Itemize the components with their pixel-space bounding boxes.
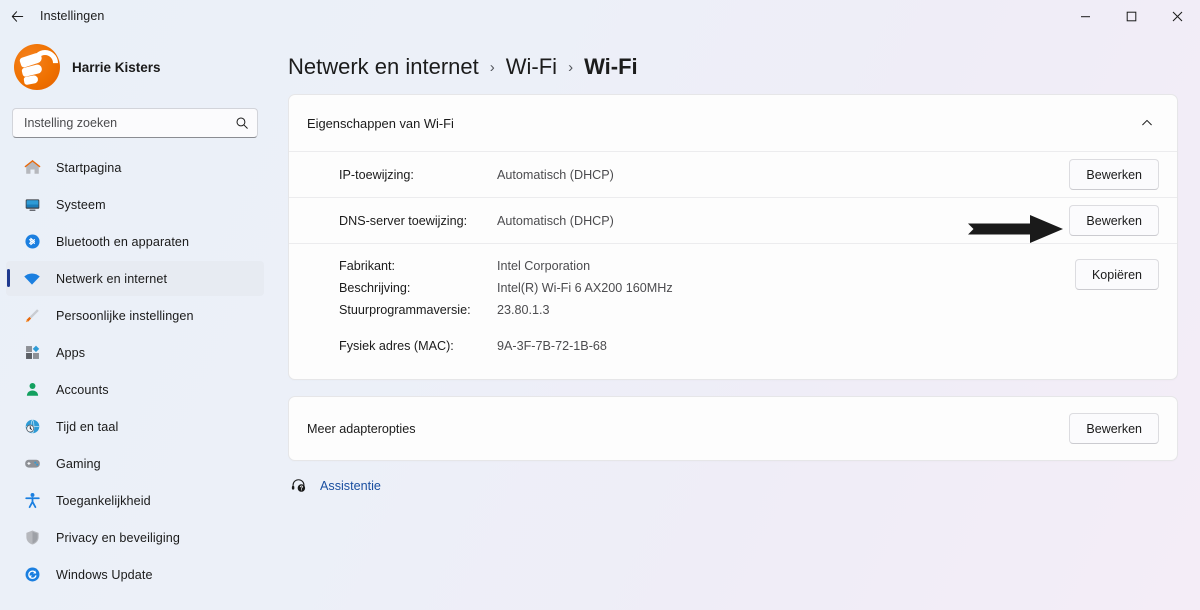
avatar [14,44,60,90]
ip-assignment-row: IP-toewijzing: Automatisch (DHCP) Bewerk… [289,152,1177,198]
close-button[interactable] [1154,0,1200,32]
title-bar: Instellingen [0,0,1200,32]
update-icon [22,565,42,585]
search-icon [235,116,249,130]
back-arrow-icon [11,10,23,22]
sidebar-item-label: Bluetooth en apparaten [56,234,190,249]
paintbrush-icon [22,306,42,326]
wifi-properties-card: Eigenschappen van Wi-Fi IP-toewijzing: A… [288,94,1178,380]
copy-button[interactable]: Kopiëren [1074,259,1159,290]
breadcrumb: Netwerk en internet › Wi-Fi › Wi-Fi [288,48,1178,94]
shield-icon [22,528,42,548]
adapter-key: Beschrijving: [339,281,411,295]
sidebar-item-toegankelijkheid[interactable]: Toegankelijkheid [6,483,264,518]
ip-edit-button[interactable]: Bewerken [1069,159,1159,190]
home-icon [22,158,42,178]
assistance-label: Assistentie [320,478,381,493]
breadcrumb-separator: › [489,59,495,76]
sidebar-item-label: Systeem [56,197,106,212]
dns-assignment-label: DNS-server toewijzing: [339,213,468,228]
close-icon [1172,11,1182,21]
sidebar-item-label: Toegankelijkheid [56,493,151,508]
adapter-value: 23.80.1.3 [497,303,550,317]
adapter-value: Intel(R) Wi-Fi 6 AX200 160MHz [497,281,673,295]
more-adapter-options-card: Meer adapteropties Bewerken [288,396,1178,461]
breadcrumb-level-1[interactable]: Netwerk en internet [288,54,479,80]
minimize-button[interactable] [1062,0,1108,32]
help-headset-icon [290,477,307,494]
ip-assignment-label: IP-toewijzing: [339,167,414,182]
adapter-key: Stuurprogrammaversie: [339,303,471,317]
adapter-line-mac-address: Fysiek adres (MAC): 9A-3F-7B-72-1B-68 [339,339,1075,353]
user-profile[interactable]: Harrie Kisters [6,32,264,100]
sidebar-item-label: Tijd en taal [56,419,119,434]
breadcrumb-separator: › [568,59,574,76]
sidebar-item-accounts[interactable]: Accounts [6,372,264,407]
sidebar-item-netwerk-en-internet[interactable]: Netwerk en internet [6,261,264,296]
sidebar-item-apps[interactable]: Apps [6,335,264,370]
adapter-line-driver-version: Stuurprogrammaversie: 23.80.1.3 [339,303,1075,317]
chevron-up-icon[interactable] [1135,111,1159,135]
adapter-options-edit-button[interactable]: Bewerken [1069,413,1159,444]
sidebar-item-persoonlijke-instellingen[interactable]: Persoonlijke instellingen [6,298,264,333]
user-name: Harrie Kisters [72,59,161,75]
main-content: Netwerk en internet › Wi-Fi › Wi-Fi Eige… [270,32,1200,610]
adapter-details-block: Fabrikant: Intel Corporation Beschrijvin… [289,244,1177,379]
maximize-button[interactable] [1108,0,1154,32]
ip-assignment-value: Automatisch (DHCP) [497,167,614,182]
person-icon [22,380,42,400]
sidebar-item-label: Accounts [56,382,109,397]
dns-edit-button[interactable]: Bewerken [1069,205,1159,236]
sidebar-item-label: Netwerk en internet [56,271,168,286]
dns-assignment-row: DNS-server toewijzing: Automatisch (DHCP… [289,198,1177,244]
sidebar-item-label: Apps [56,345,86,360]
search-input[interactable] [24,109,235,137]
sidebar-item-windows-update[interactable]: Windows Update [6,557,264,592]
adapter-value: Intel Corporation [497,259,591,273]
sidebar-item-bluetooth[interactable]: Bluetooth en apparaten [6,224,264,259]
breadcrumb-level-3: Wi-Fi [584,54,638,79]
bluetooth-icon [22,232,42,252]
assistance-link[interactable]: Assistentie [288,477,1178,494]
adapter-line-manufacturer: Fabrikant: Intel Corporation [339,259,1075,273]
accessibility-icon [22,491,42,511]
monitor-icon [22,195,42,215]
clock-globe-icon [22,417,42,437]
gamepad-icon [22,454,42,474]
sidebar-item-label: Persoonlijke instellingen [56,308,194,323]
sidebar-item-label: Startpagina [56,160,122,175]
wifi-icon [22,269,42,289]
adapter-key: Fysiek adres (MAC): [339,339,454,353]
adapter-line-description: Beschrijving: Intel(R) Wi-Fi 6 AX200 160… [339,281,1075,295]
more-adapter-options-row: Meer adapteropties Bewerken [289,397,1177,460]
adapter-value: 9A-3F-7B-72-1B-68 [497,339,607,353]
sidebar-item-gaming[interactable]: Gaming [6,446,264,481]
adapter-details-lines: Fabrikant: Intel Corporation Beschrijvin… [339,259,1075,361]
sidebar-item-label: Privacy en beveiliging [56,530,181,545]
more-adapter-options-label: Meer adapteropties [307,421,416,436]
wifi-properties-header[interactable]: Eigenschappen van Wi-Fi [289,95,1177,152]
card-title: Eigenschappen van Wi-Fi [307,115,454,131]
sidebar-item-label: Windows Update [56,567,153,582]
apps-icon [22,343,42,363]
search-box[interactable] [12,108,258,138]
sidebar-item-systeem[interactable]: Systeem [6,187,264,222]
sidebar: Harrie Kisters Startpagina [0,32,270,610]
minimize-icon [1080,15,1090,17]
dns-assignment-value: Automatisch (DHCP) [497,213,614,228]
maximize-icon [1126,11,1136,21]
breadcrumb-level-2[interactable]: Wi-Fi [506,54,557,80]
app-title: Instellingen [40,9,105,23]
sidebar-item-startpagina[interactable]: Startpagina [6,150,264,185]
window-controls [1062,0,1200,32]
sidebar-item-privacy-en-beveiliging[interactable]: Privacy en beveiliging [6,520,264,555]
adapter-key: Fabrikant: [339,259,395,273]
back-button[interactable] [0,0,34,32]
sidebar-item-tijd-en-taal[interactable]: Tijd en taal [6,409,264,444]
sidebar-item-label: Gaming [56,456,101,471]
sidebar-nav: Startpagina Systeem Bluetooth en apparat… [6,150,264,592]
